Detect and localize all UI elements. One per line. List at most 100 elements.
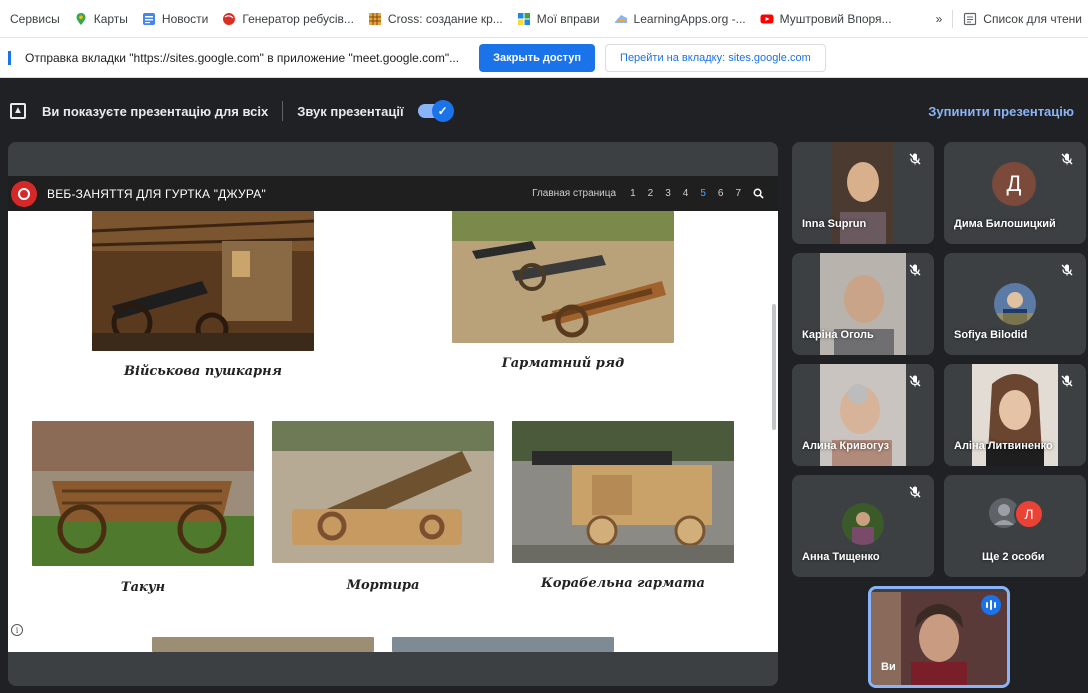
participant-tile[interactable]: Sofiya Bilodid [944,253,1086,355]
youtube-icon [760,14,774,23]
avatar [842,503,884,545]
takun-photo [32,421,254,566]
presenting-bar: ▲ Ви показуєте презентацію для всіх Звук… [0,92,1088,130]
nav-page-link[interactable]: 3 [665,188,671,199]
participant-tile[interactable]: Алина Кривогуз [792,364,934,466]
participant-name: Алина Кривогуз [802,440,890,452]
bookmark-label: Генератор ребусів... [242,11,354,26]
participant-name: Sofiya Bilodid [954,329,1028,341]
participant-name: Аліна Литвиненко [954,440,1053,452]
mortar-photo [272,421,494,563]
presentation-top-bar [8,142,778,176]
share-message: Отправка вкладки "https://sites.google.c… [25,50,460,65]
bookmarks-bar: Сервисы Карты Новости Генератор ребусів.… [0,0,1088,38]
presentation-audio-toggle[interactable]: ✓ [417,100,454,122]
cannon-row-caption: Гарматний ряд [501,356,625,371]
bookmark-label: Муштровий Впоря... [779,11,892,26]
mic-off-icon [909,375,921,387]
divider [282,101,284,121]
self-tile[interactable]: Ви [868,586,1010,688]
participant-tile[interactable]: Каріна Оголь [792,253,934,355]
nav-page-link[interactable]: 7 [735,188,741,199]
speaking-indicator-icon [981,595,1001,615]
presentation-audio-label: Звук презентації [297,103,404,119]
gunhouse-caption: Військова пушкарня [124,364,282,379]
participant-tile[interactable]: Д Дима Билошицкий [944,142,1086,244]
bookmark-my-exercises[interactable]: Мої вправи [517,12,600,26]
nav-page-link-active[interactable]: 5 [700,188,706,199]
takun-caption: Такун [120,580,166,595]
mortar-caption: Мортира [346,578,420,593]
nav-page-link[interactable]: 1 [630,188,636,199]
bookmark-cross[interactable]: Cross: создание кр... [368,12,503,26]
self-name: Ви [881,661,896,673]
bookmark-label: Новости [161,11,209,26]
site-title: ВЕБ-ЗАНЯТТЯ ДЛЯ ГУРТКА "ДЖУРА" [47,186,266,201]
nav-home-link[interactable]: Главная страница [532,188,616,199]
nav-page-link[interactable]: 6 [718,188,724,199]
mic-off-icon [909,486,921,498]
mic-off-icon [1061,264,1073,276]
bookmark-maps[interactable]: Карты [74,12,128,26]
learningapps-org-icon [614,14,627,23]
participant-tile[interactable]: Inna Suprun [792,142,934,244]
bookmark-label: Сервисы [10,11,60,26]
participant-name: Дима Билошицкий [954,218,1056,230]
reading-list-icon [964,12,977,26]
mic-off-icon [1061,375,1073,387]
participant-tile[interactable]: Аліна Литвиненко [944,364,1086,466]
presentation-area: ВЕБ-ЗАНЯТТЯ ДЛЯ ГУРТКА "ДЖУРА" Главная с… [8,176,778,652]
mic-off-icon [909,264,921,276]
more-participants-label: Ще 2 особи [982,551,1045,563]
go-to-tab-button[interactable]: Перейти на вкладку: sites.google.com [605,43,826,72]
reading-list-button[interactable]: Список для чтени [983,12,1082,26]
bookmark-rebus[interactable]: Генератор ребусів... [222,12,354,26]
rebus-icon [223,12,236,25]
bookmarks-overflow-button[interactable]: » [936,12,943,26]
stop-presentation-link[interactable]: Зупинити презентацію [928,104,1074,119]
avatar: Д [992,162,1036,206]
participant-name: Каріна Оголь [802,329,874,341]
next-photo-right [392,637,614,652]
bookmark-news[interactable]: Новости [142,12,208,26]
participant-tile[interactable]: Анна Тищенко [792,475,934,577]
presentation-bottom-bar [8,652,778,686]
mic-off-icon [1061,153,1073,165]
maps-pin-icon [76,12,86,25]
cannon-row-photo [452,211,674,343]
ship-cannon-caption: Корабельна гармата [541,576,705,591]
more-participants-tile[interactable]: Л Ще 2 особи [944,475,1086,577]
info-icon[interactable]: i [11,624,23,636]
news-icon [142,12,155,25]
bookmark-label: LearningApps.org -... [633,11,746,26]
nav-page-link[interactable]: 2 [648,188,654,199]
share-indicator [8,50,11,65]
avatar: Л [1014,499,1044,529]
participant-name: Inna Suprun [802,218,867,230]
divider [952,10,954,28]
presenting-status: Ви показуєте презентацію для всіх [42,103,269,119]
ship-cannon-photo [512,421,734,563]
site-nav: Главная страница 1 2 3 4 5 6 7 [532,176,764,211]
stop-sharing-button[interactable]: Закрыть доступ [479,43,596,72]
bookmark-label: Карты [93,11,128,26]
gunhouse-photo [92,211,314,351]
page-scrollbar[interactable] [772,304,776,430]
tab-sharing-bar: Отправка вкладки "https://sites.google.c… [0,38,1088,78]
search-icon[interactable] [753,188,764,199]
bookmark-youtube[interactable]: Муштровий Впоря... [760,12,892,26]
next-photo-left [152,637,374,652]
bookmark-learningapps[interactable]: LearningApps.org -... [614,12,746,26]
present-screen-icon: ▲ [10,103,26,119]
crossword-icon [368,12,381,25]
bookmark-services[interactable]: Сервисы [10,12,60,26]
avatar [994,283,1036,325]
bookmark-label: Cross: создание кр... [387,11,503,26]
site-logo [11,180,37,207]
site-header: ВЕБ-ЗАНЯТТЯ ДЛЯ ГУРТКА "ДЖУРА" Главная с… [8,176,778,211]
check-icon: ✓ [431,100,454,122]
nav-page-link[interactable]: 4 [683,188,689,199]
bookmarks-right: » Список для чтени [936,0,1082,38]
bookmark-label: Мої вправи [536,11,600,26]
learningapps-icon [517,12,530,25]
